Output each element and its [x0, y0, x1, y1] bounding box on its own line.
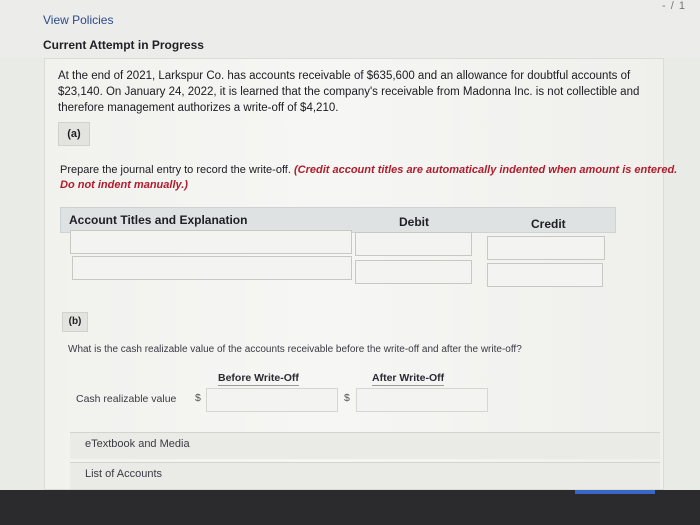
credit-input-2[interactable] [487, 263, 603, 287]
debit-input-1[interactable] [355, 232, 472, 256]
after-write-off-input[interactable] [356, 388, 488, 412]
account-title-input-1[interactable] [70, 230, 352, 254]
part-a-instruction: Prepare the journal entry to record the … [60, 163, 680, 193]
after-currency-symbol: $ [344, 392, 350, 404]
after-write-off-header: After Write-Off [372, 372, 445, 386]
page-indicator: - / 1 [662, 0, 686, 12]
before-write-off-header: Before Write-Off [218, 372, 299, 386]
account-title-input-2[interactable] [72, 256, 352, 280]
credit-header: Credit [531, 217, 566, 231]
attempt-status: Current Attempt in Progress [43, 38, 204, 52]
view-policies-link[interactable]: View Policies [43, 13, 113, 27]
before-currency-symbol: $ [195, 392, 201, 404]
part-b-label: (b) [62, 312, 88, 332]
problem-text: At the end of 2021, Larkspur Co. has acc… [58, 70, 640, 114]
credit-input-1[interactable] [487, 236, 605, 260]
list-of-accounts-link[interactable]: List of Accounts [85, 468, 162, 480]
part-b-question: What is the cash realizable value of the… [68, 344, 522, 355]
cash-realizable-value-label: Cash realizable value [76, 393, 177, 405]
debit-input-2[interactable] [355, 260, 472, 284]
etextbook-media-link[interactable]: eTextbook and Media [85, 438, 190, 450]
before-write-off-input[interactable] [206, 388, 338, 412]
account-titles-header: Account Titles and Explanation [69, 213, 248, 227]
part-a-label: (a) [58, 122, 90, 146]
submit-button-edge[interactable] [575, 490, 655, 494]
bottom-bar [0, 490, 700, 525]
instruction-text: Prepare the journal entry to record the … [60, 164, 291, 176]
debit-header: Debit [399, 215, 429, 229]
